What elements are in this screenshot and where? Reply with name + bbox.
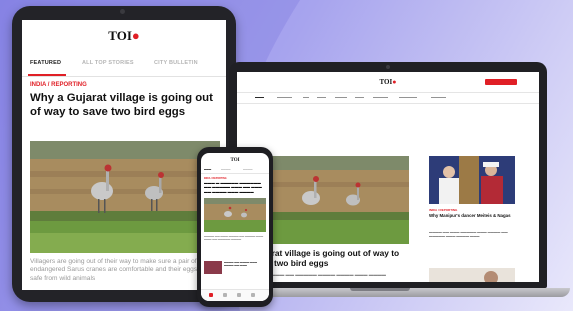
tablet-camera xyxy=(120,9,125,14)
tab-featured[interactable]: FEATURED xyxy=(30,60,61,66)
laptop-article-summary: ▬▬▬ ▬▬▬▬ ▬▬ ▬▬▬▬▬ ▬▬▬▬ ▬▬▬▬ ▬▬▬ ▬▬▬▬ xyxy=(253,272,386,277)
phone-tab-bar: ▬▬▬ ▬▬▬▬ ▬▬▬▬ xyxy=(201,167,269,174)
tab-all-top-stories[interactable]: ALL TOP STORIES xyxy=(82,60,134,66)
laptop-nav-item[interactable]: ▬▬▬ xyxy=(317,95,326,99)
sidebar-story-summary: ▬▬▬▬ ▬▬ ▬▬▬ ▬▬▬▬▬ ▬▬▬ ▬▬▬▬ ▬▬ ▬▬▬▬▬ ▬▬▬ … xyxy=(429,230,508,239)
tablet-screen: TOI● FEATURED ALL TOP STORIES CITY BULLE… xyxy=(22,20,226,290)
sidebar-story-photo-2[interactable] xyxy=(429,268,515,282)
article-summary: Villagers are going out of their way to … xyxy=(30,258,209,282)
laptop-nav-item[interactable]: ▬▬▬▬▬▬ xyxy=(399,95,417,99)
laptop-nav-item[interactable]: ▬▬▬▬▬ xyxy=(431,95,446,99)
video-icon[interactable] xyxy=(237,293,241,297)
tab-city-bulletin[interactable]: CITY BULLETIN xyxy=(154,60,198,66)
phone-tab[interactable]: ▬▬▬▬ xyxy=(221,168,231,171)
menu-icon[interactable] xyxy=(251,293,255,297)
laptop-nav-item[interactable]: ▬▬▬▬▬ xyxy=(373,95,388,99)
phone-tab[interactable]: ▬▬▬ xyxy=(204,168,211,171)
laptop-nav-item[interactable]: ▬▬▬▬▬ xyxy=(277,95,292,99)
laptop-article-headline[interactable]: Gujarat village is going out of way to s… xyxy=(253,248,413,268)
active-tab-indicator xyxy=(28,74,66,76)
phone-article-photo[interactable] xyxy=(204,198,266,232)
sidebar-story-title[interactable]: Why Manipur's dancer Meiteis & Nagas xyxy=(429,213,517,218)
laptop-trackpad-notch xyxy=(350,288,410,291)
sidebar-story-photo[interactable] xyxy=(429,156,515,204)
laptop-nav-bar: ▬▬▬ ▬▬▬▬▬ ▬▬ ▬▬▬ ▬▬▬▬ ▬▬▬ ▬▬▬▬▬ ▬▬▬▬▬▬ ▬… xyxy=(237,92,539,104)
phone-device: TOI ▬▬▬ ▬▬▬▬ ▬▬▬▬ INDIA / REPORTING ▬▬▬ … xyxy=(197,147,273,307)
phone-logo[interactable]: TOI xyxy=(201,158,269,163)
phone-article-headline[interactable]: ▬▬▬ ▬ ▬▬▬▬▬ ▬▬▬▬▬▬ ▬▬ ▬▬▬▬▬ ▬▬▬ ▬▬ ▬▬▬ ▬… xyxy=(204,181,266,194)
phone-article-kicker[interactable]: INDIA / REPORTING xyxy=(204,177,227,180)
phone-list-item-text[interactable]: ▬▬▬▬ ▬▬ ▬▬▬▬ ▬▬▬ ▬▬▬▬ ▬▬ ▬▬▬ xyxy=(224,261,266,267)
phone-bottom-nav xyxy=(201,289,269,301)
phone-screen: TOI ▬▬▬ ▬▬▬▬ ▬▬▬▬ INDIA / REPORTING ▬▬▬ … xyxy=(201,153,269,301)
phone-article-summary: ▬▬▬▬ ▬▬ ▬▬▬ ▬▬▬▬ ▬▬ ▬▬▬▬ ▬▬▬ ▬▬▬ ▬▬ ▬▬▬▬… xyxy=(204,235,264,242)
laptop-header-button[interactable] xyxy=(485,79,517,85)
briefs-icon[interactable] xyxy=(223,293,227,297)
phone-tab[interactable]: ▬▬▬▬ xyxy=(243,168,253,171)
laptop-camera xyxy=(386,65,390,69)
laptop-screen: TOI● ▬▬▬ ▬▬▬▬▬ ▬▬ ▬▬▬ ▬▬▬▬ ▬▬▬ ▬▬▬▬▬ ▬▬▬… xyxy=(237,72,539,282)
article-photo[interactable] xyxy=(30,141,220,253)
tablet-tab-bar: FEATURED ALL TOP STORIES CITY BULLETIN xyxy=(22,56,226,77)
laptop-device: TOI● ▬▬▬ ▬▬▬▬▬ ▬▬ ▬▬▬ ▬▬▬▬ ▬▬▬ ▬▬▬▬▬ ▬▬▬… xyxy=(229,62,547,288)
article-headline[interactable]: Why a Gujarat village is going out of wa… xyxy=(30,91,222,119)
sidebar-story-kicker[interactable]: INDIA / REPORTING xyxy=(429,208,457,212)
laptop-nav-item[interactable]: ▬▬ xyxy=(303,95,309,99)
article-kicker[interactable]: INDIA / REPORTING xyxy=(30,82,87,88)
laptop-article-photo[interactable] xyxy=(253,156,409,244)
home-icon[interactable] xyxy=(209,293,213,297)
phone-list-item-photo[interactable] xyxy=(204,261,222,274)
laptop-nav-item[interactable]: ▬▬▬ xyxy=(255,95,264,99)
tablet-logo[interactable]: TOI● xyxy=(22,28,226,44)
laptop-nav-item[interactable]: ▬▬▬▬ xyxy=(335,95,347,99)
laptop-nav-item[interactable]: ▬▬▬ xyxy=(355,95,364,99)
